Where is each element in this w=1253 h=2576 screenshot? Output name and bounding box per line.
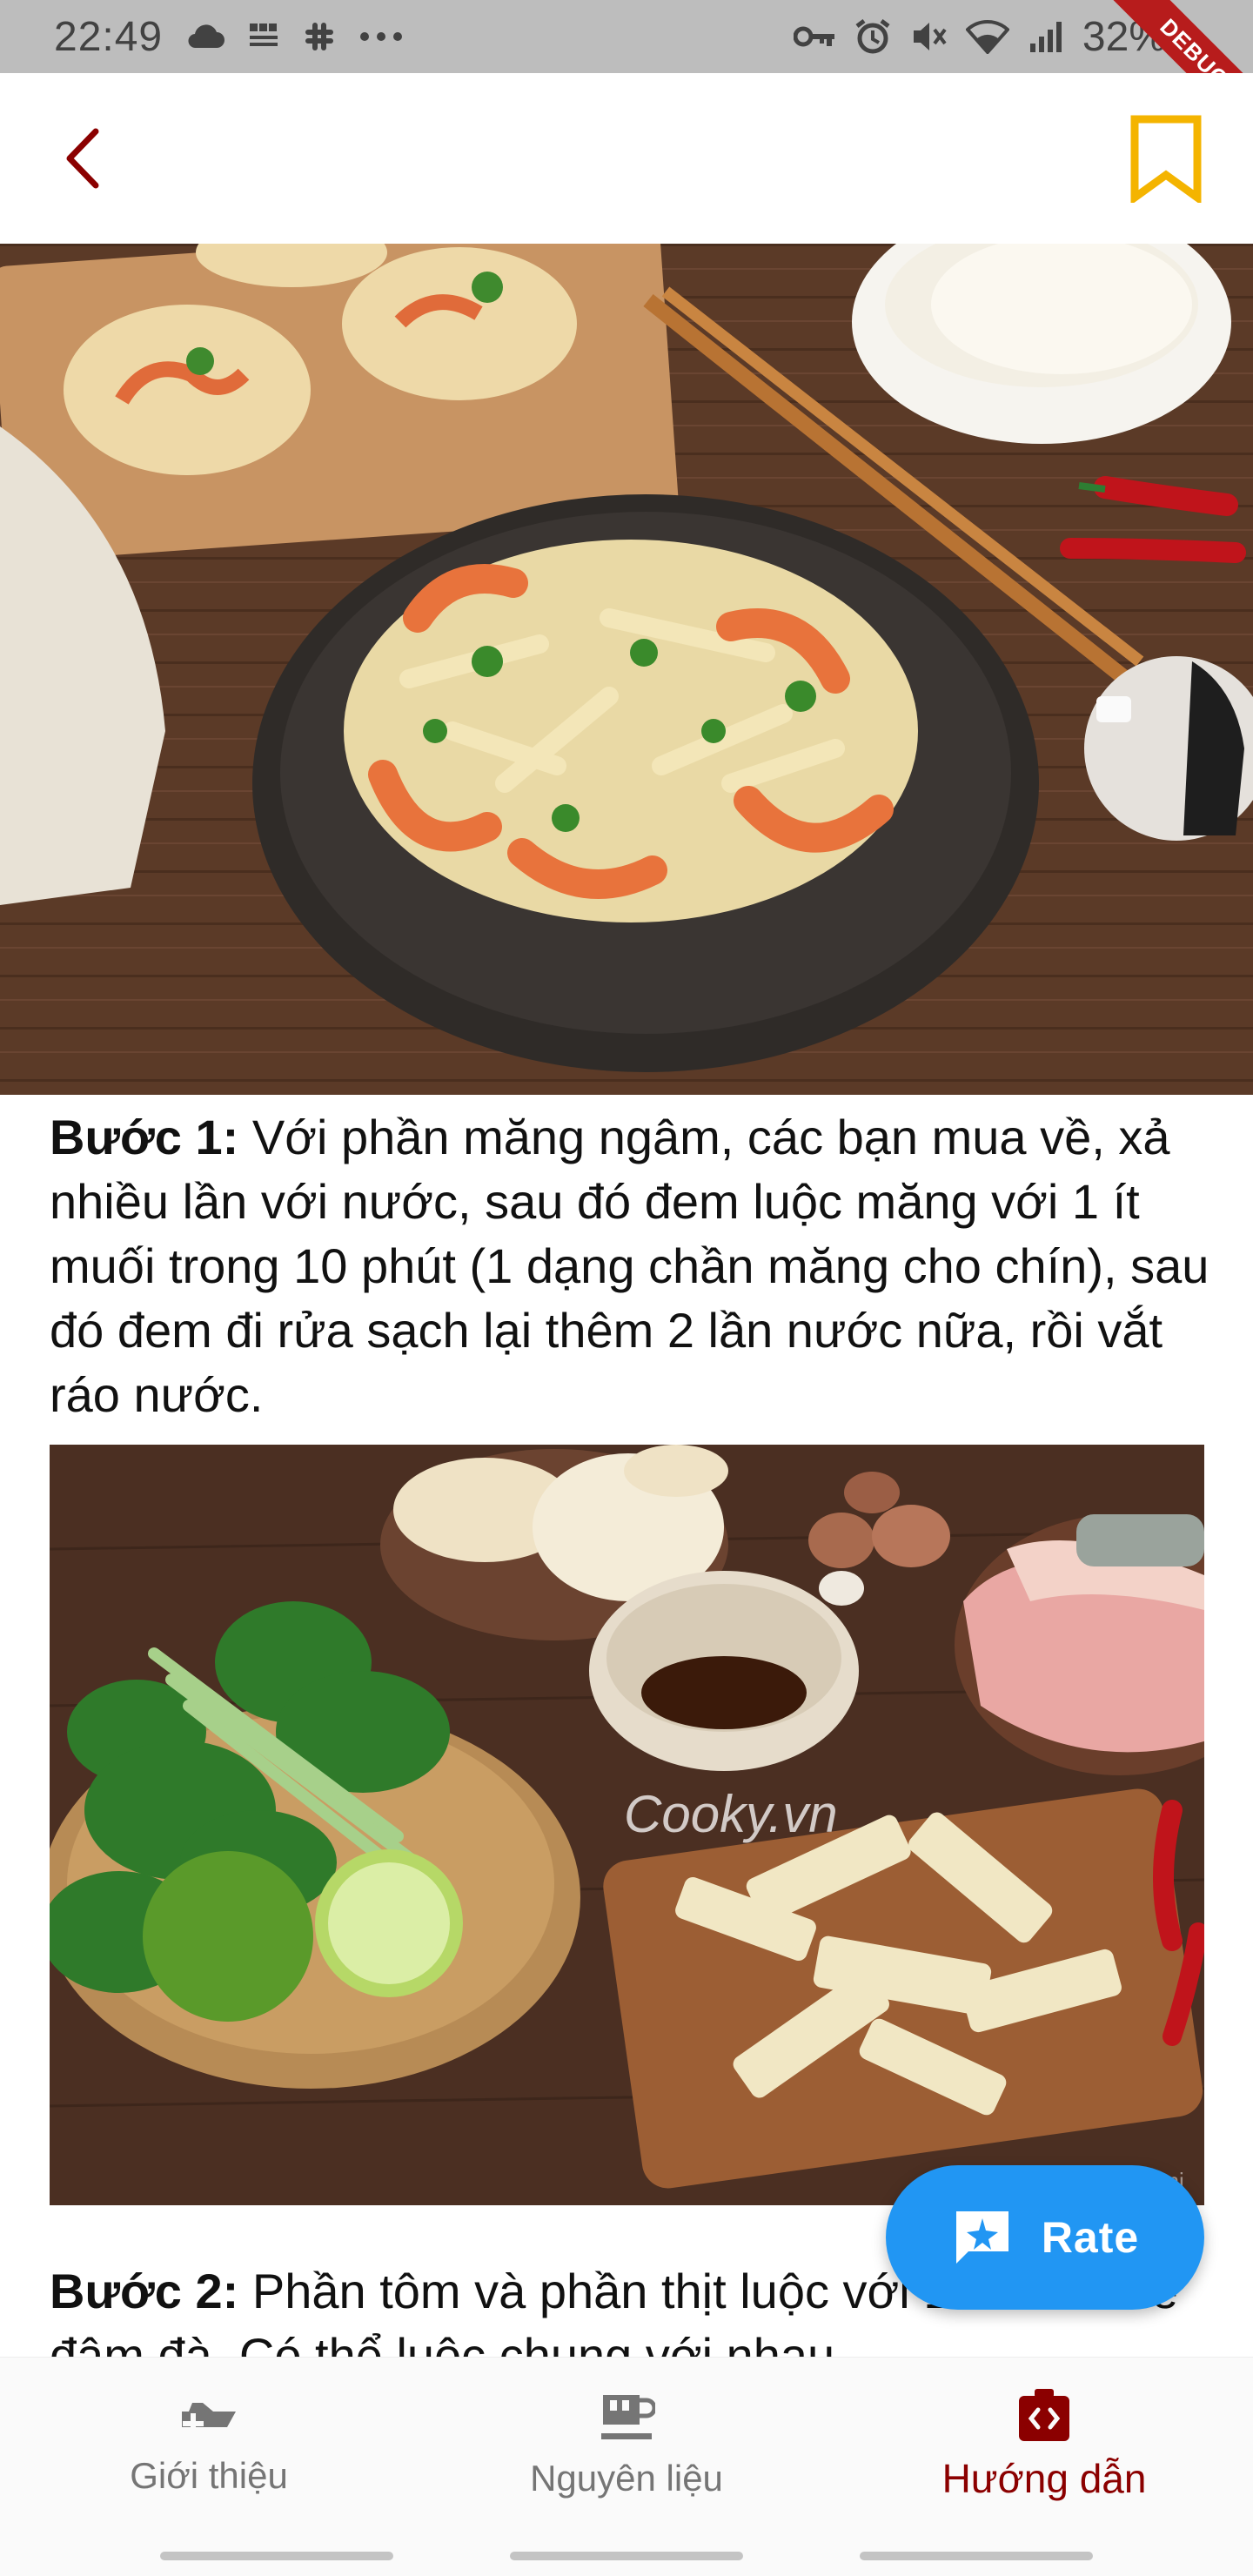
- tab-huong-dan-label: Hướng dẫn: [941, 2455, 1147, 2501]
- recipe-detail-screen: 22:49 32% DEBUG Bước 1: Với phần măng ng…: [0, 0, 1253, 2576]
- gesture-pill-center[interactable]: [510, 2552, 743, 2560]
- guide-kit-icon: [1019, 2388, 1069, 2441]
- alarm-icon: [854, 18, 891, 55]
- vpn-key-icon: [793, 24, 835, 49]
- step-1-image: Cooky.vn @mi: [50, 1445, 1204, 2205]
- status-bar: 22:49 32% DEBUG: [0, 0, 1253, 144]
- pot-icon: [601, 2394, 655, 2439]
- more-dots-icon: [359, 31, 403, 42]
- recipe-hero-image: [0, 244, 1253, 1095]
- cloud-icon: [185, 23, 225, 50]
- status-time: 22:49: [54, 13, 164, 60]
- step-1-text: Bước 1: Với phần măng ngâm, các bạn mua …: [50, 1105, 1216, 1427]
- tab-gioi-thieu-label: Giới thiệu: [130, 2454, 288, 2496]
- rate-button[interactable]: Rate: [886, 2165, 1204, 2310]
- dish-plus-icon: [182, 2402, 236, 2434]
- gesture-pill-left[interactable]: [160, 2552, 393, 2560]
- step-1-label: Bước 1:: [50, 1110, 239, 1164]
- signal-icon: [1029, 19, 1063, 54]
- bottom-navigation: Giới thiệu Nguyên liệu Hướng dẫn: [0, 2357, 1253, 2531]
- slack-icon: [302, 19, 337, 54]
- gesture-bar: [0, 2531, 1253, 2576]
- step-2-label: Bước 2:: [50, 2264, 239, 2318]
- wifi-icon: [965, 19, 1009, 54]
- cooky-watermark: Cooky.vn: [624, 1785, 838, 1843]
- rate-review-icon: [955, 2211, 1008, 2264]
- bbc-learning-english-icon: [248, 22, 279, 51]
- app-bar: [0, 73, 1253, 244]
- gesture-pill-right[interactable]: [860, 2552, 1093, 2560]
- tab-nguyen-lieu-label: Nguyên liệu: [530, 2457, 723, 2499]
- tab-huong-dan[interactable]: Hướng dẫn: [835, 2358, 1253, 2531]
- chevron-left-icon: [66, 128, 99, 189]
- rate-button-label: Rate: [1041, 2213, 1140, 2262]
- tab-gioi-thieu[interactable]: Giới thiệu: [0, 2358, 418, 2531]
- bookmark-button[interactable]: [1129, 114, 1203, 203]
- back-button[interactable]: [61, 128, 104, 189]
- bookmark-outline-icon: [1130, 115, 1202, 203]
- tab-nguyen-lieu[interactable]: Nguyên liệu: [418, 2358, 835, 2531]
- mute-icon: [910, 19, 947, 54]
